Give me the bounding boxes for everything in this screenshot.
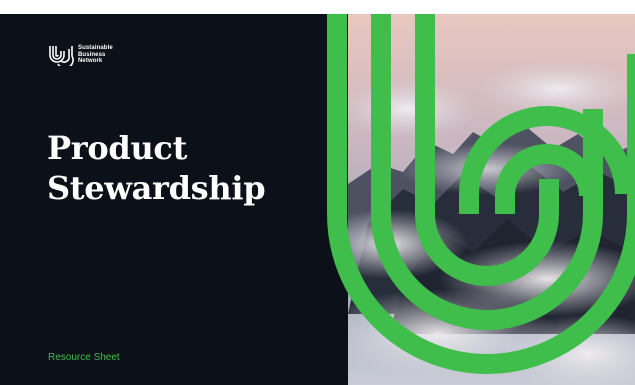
cover-photo — [348, 14, 635, 385]
document-type-label: Resource Sheet — [48, 352, 120, 363]
page-title: Product Stewardship — [47, 128, 266, 208]
logo-wordmark: Sustainable Business Network — [78, 45, 113, 65]
mountain-clouds-image — [348, 14, 635, 385]
cover-page: Sustainable Business Network Product Ste… — [0, 14, 635, 385]
title-line-2: Stewardship — [47, 169, 266, 207]
logo: Sustainable Business Network — [48, 44, 113, 66]
title-line-1: Product — [47, 129, 188, 167]
sbn-logo-icon — [49, 46, 74, 66]
logo-line-3: Network — [78, 58, 103, 65]
logo-line-1: Sustainable — [78, 45, 113, 52]
cover-left-panel: Sustainable Business Network Product Ste… — [0, 14, 348, 385]
